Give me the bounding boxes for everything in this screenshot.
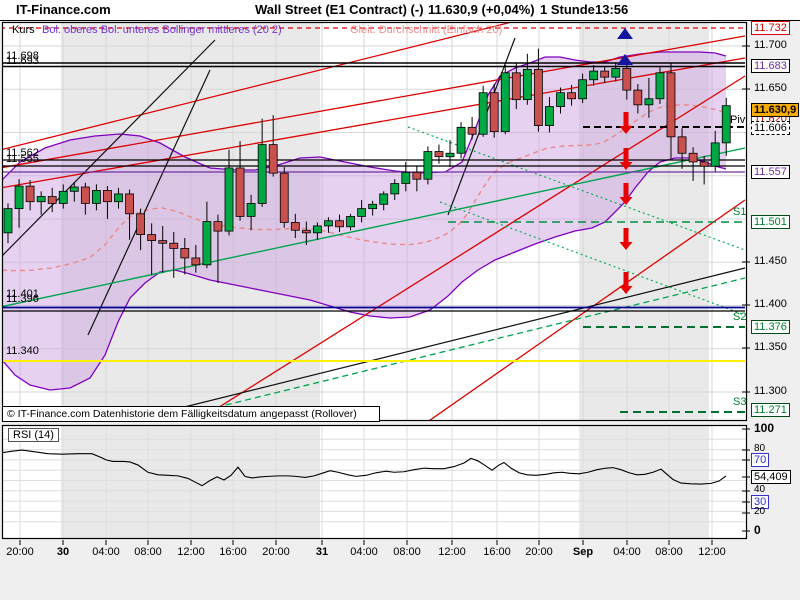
price-chart-canvas[interactable] [0,0,800,600]
price-axis-label: 11.650 [754,82,787,94]
price-axis[interactable] [748,21,800,540]
chart-level-label: 11.555 [6,153,39,165]
copyright-note: © IT-Finance.com Datenhistorie dem Fälli… [2,406,380,422]
price-axis-label: 11.400 [754,298,787,310]
pivot-level-label: S1 [733,206,746,218]
time-axis-label: 04:00 [613,546,641,558]
price-axis-label: 11.501 [751,215,790,229]
price-axis-label: 11.376 [751,320,790,334]
price-axis-label: 11.271 [751,403,790,417]
time-axis-label: 04:00 [92,546,120,558]
time-axis-label: 20:00 [262,546,290,558]
price-axis-label: 11.606 [751,121,790,135]
time-axis-label: 16:00 [483,546,511,558]
legend-moving-average: Gleit. Durchschnitt (Einfach 20) [350,24,502,36]
time-axis-label: 04:00 [350,546,378,558]
chart-level-label: 11.693 [6,55,39,67]
time-axis-label: 31 [316,546,328,558]
time-axis-label: 12:00 [438,546,466,558]
time-axis-label: 12:00 [698,546,726,558]
rsi-indicator-label: RSI (14) [8,428,59,442]
legend-bollinger: Bol. oberes Bol. unteres Bollinger mittl… [42,24,282,36]
time-axis-label: 30 [57,546,69,558]
chart-level-label: 11.396 [6,293,39,305]
time-axis-label: Sep [573,546,593,558]
price-axis-label: 11.683 [751,59,790,73]
time-axis-label: 20:00 [525,546,553,558]
legend-kurs: Kurs [12,24,35,36]
pivot-level-label: S2 [733,311,746,323]
chart-level-label: 11.340 [6,345,39,357]
time-axis-label: 08:00 [655,546,683,558]
time-axis-label: 08:00 [393,546,421,558]
time-axis-label: 12:00 [177,546,205,558]
pivot-level-label: Piv [730,114,745,126]
price-axis-label: 11.450 [754,255,787,267]
price-axis-label: 11.557 [751,165,790,179]
trading-app-window: IT-Finance.com Wall Street (E1 Contract)… [0,0,800,600]
price-axis-label: 11.700 [754,39,787,51]
price-axis-label: 11.300 [754,385,787,397]
time-axis-label: 08:00 [134,546,162,558]
price-axis-label: 11.350 [754,341,787,353]
time-axis-label: 16:00 [219,546,247,558]
price-axis-label: 11.630,9 [751,103,799,117]
price-axis-label: 11.732 [751,21,790,35]
pivot-level-label: S3 [733,396,746,408]
time-axis-label: 20:00 [6,546,34,558]
